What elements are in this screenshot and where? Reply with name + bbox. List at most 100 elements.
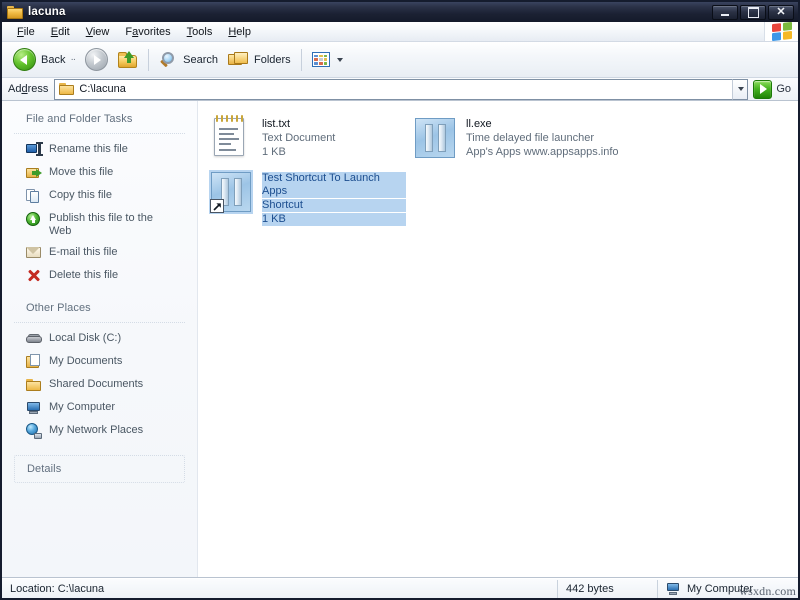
publish-web-icon	[26, 211, 42, 227]
watermark: wsxdn.com	[739, 584, 796, 598]
task-delete-this-file[interactable]: Delete this file	[26, 266, 185, 286]
up-button[interactable]	[113, 45, 143, 75]
menu-help[interactable]: Help	[220, 24, 259, 40]
up-folder-icon	[118, 51, 138, 68]
back-dropdown-icon[interactable]: ··	[70, 54, 76, 65]
window-controls: ✕	[712, 4, 796, 20]
task-label: E-mail this file	[49, 246, 118, 258]
file-size: 1 KB	[262, 146, 286, 158]
task-label: Rename this file	[49, 143, 128, 155]
task-rename-this-file[interactable]: Rename this file	[26, 140, 185, 160]
hard-disk-icon	[26, 331, 42, 347]
menu-file[interactable]: File	[9, 24, 43, 40]
copy-icon	[26, 188, 42, 204]
task-label: Move this file	[49, 166, 114, 178]
explorer-window: lacuna ✕ File Edit View Favorites Tools …	[0, 0, 800, 600]
green-arrow-icon	[753, 79, 773, 99]
file-item-ll-exe[interactable]: ll.exe Time delayed file launcher App's …	[410, 113, 619, 163]
windows-flag-icon	[772, 21, 792, 42]
file-name: Test Shortcut To Launch Apps	[262, 172, 406, 198]
file-size: 1 KB	[262, 213, 406, 226]
my-documents-icon	[26, 354, 42, 370]
menu-tools[interactable]: Tools	[179, 24, 221, 40]
forward-button[interactable]	[80, 45, 113, 75]
minimize-button[interactable]	[712, 4, 738, 20]
go-button[interactable]: Go	[748, 79, 798, 99]
place-my-computer[interactable]: My Computer	[26, 398, 185, 418]
details-panel-header[interactable]: Details	[14, 455, 185, 483]
folder-icon	[59, 83, 75, 95]
back-label: Back	[41, 53, 66, 66]
details-panel: Details	[14, 455, 185, 483]
task-label: Delete this file	[49, 269, 119, 281]
file-name: list.txt	[262, 118, 291, 130]
move-icon	[26, 165, 42, 181]
place-shared-documents[interactable]: Shared Documents	[26, 375, 185, 395]
task-publish-this-file-to-the-web[interactable]: Publish this file to the Web	[26, 209, 185, 240]
rename-icon	[26, 142, 43, 158]
window-title: lacuna	[28, 6, 66, 18]
file-tile-row-1: list.txt Text Document 1 KB ll.exe Time …	[206, 113, 798, 167]
status-bar: Location: C:\lacuna 442 bytes My Compute…	[2, 578, 798, 598]
search-label: Search	[183, 53, 218, 66]
tasks-panel-header[interactable]: File and Folder Tasks	[14, 111, 185, 134]
status-location: Location: C:\lacuna	[2, 579, 558, 598]
file-item-list-txt[interactable]: list.txt Text Document 1 KB	[206, 113, 410, 163]
status-size: 442 bytes	[558, 579, 658, 598]
task-sidebar: File and Folder Tasks Rename this file M…	[2, 101, 198, 577]
network-places-icon	[26, 423, 42, 439]
place-my-network-places[interactable]: My Network Places	[26, 421, 185, 441]
maximize-button[interactable]	[740, 4, 766, 20]
other-places-panel: Other Places Local Disk (C:) My Document…	[14, 300, 185, 441]
explorer-body: File and Folder Tasks Rename this file M…	[2, 101, 798, 578]
task-copy-this-file[interactable]: Copy this file	[26, 186, 185, 206]
other-places-header[interactable]: Other Places	[14, 300, 185, 323]
title-bar[interactable]: lacuna ✕	[2, 2, 798, 22]
place-label: My Documents	[49, 355, 123, 367]
forward-arrow-icon	[85, 48, 109, 71]
file-and-folder-tasks-panel: File and Folder Tasks Rename this file M…	[14, 111, 185, 286]
place-label: Shared Documents	[49, 378, 144, 390]
delete-icon	[26, 268, 42, 284]
place-label: My Network Places	[49, 424, 144, 436]
chevron-down-icon	[738, 87, 745, 91]
close-button[interactable]: ✕	[768, 4, 794, 20]
task-email-this-file[interactable]: E-mail this file	[26, 243, 185, 263]
menu-view[interactable]: View	[78, 24, 118, 40]
place-local-disk-c[interactable]: Local Disk (C:)	[26, 329, 185, 349]
menu-edit[interactable]: Edit	[43, 24, 78, 40]
task-move-this-file[interactable]: Move this file	[26, 163, 185, 183]
folders-button[interactable]: Folders	[223, 45, 296, 75]
search-icon	[159, 51, 178, 69]
folders-label: Folders	[254, 53, 291, 66]
chevron-down-icon[interactable]	[336, 57, 343, 62]
address-label: Address	[8, 83, 49, 95]
folders-icon	[228, 51, 249, 68]
shared-folder-icon	[26, 377, 42, 393]
file-name: ll.exe	[466, 118, 492, 130]
shortcut-exe-icon	[209, 170, 253, 214]
toolbar-separator-2	[300, 48, 302, 71]
address-value: C:\lacuna	[79, 83, 126, 95]
place-my-documents[interactable]: My Documents	[26, 352, 185, 372]
place-label: Local Disk (C:)	[49, 332, 122, 344]
search-button[interactable]: Search	[154, 45, 223, 75]
menu-favorites[interactable]: Favorites	[117, 24, 178, 40]
go-label: Go	[776, 83, 791, 95]
exe-icon	[413, 116, 457, 160]
my-computer-icon	[26, 400, 42, 416]
views-button[interactable]	[307, 45, 348, 75]
file-type: Time delayed file launcher	[466, 132, 594, 144]
back-button[interactable]: Back ··	[8, 45, 80, 75]
address-dropdown-button[interactable]	[732, 78, 749, 100]
views-icon	[311, 52, 330, 67]
address-input[interactable]: C:\lacuna	[54, 78, 733, 100]
shortcut-overlay-icon	[210, 199, 224, 213]
place-label: My Computer	[49, 401, 116, 413]
address-bar: Address C:\lacuna Go	[2, 78, 798, 101]
file-item-test-shortcut-to-launch-apps[interactable]: Test Shortcut To Launch Apps Shortcut 1 …	[206, 167, 410, 229]
file-list-pane[interactable]: list.txt Text Document 1 KB ll.exe Time …	[198, 101, 798, 577]
toolbar: Back ·· Search Folders	[2, 42, 798, 78]
text-document-icon	[209, 115, 253, 160]
folder-icon	[7, 5, 23, 19]
